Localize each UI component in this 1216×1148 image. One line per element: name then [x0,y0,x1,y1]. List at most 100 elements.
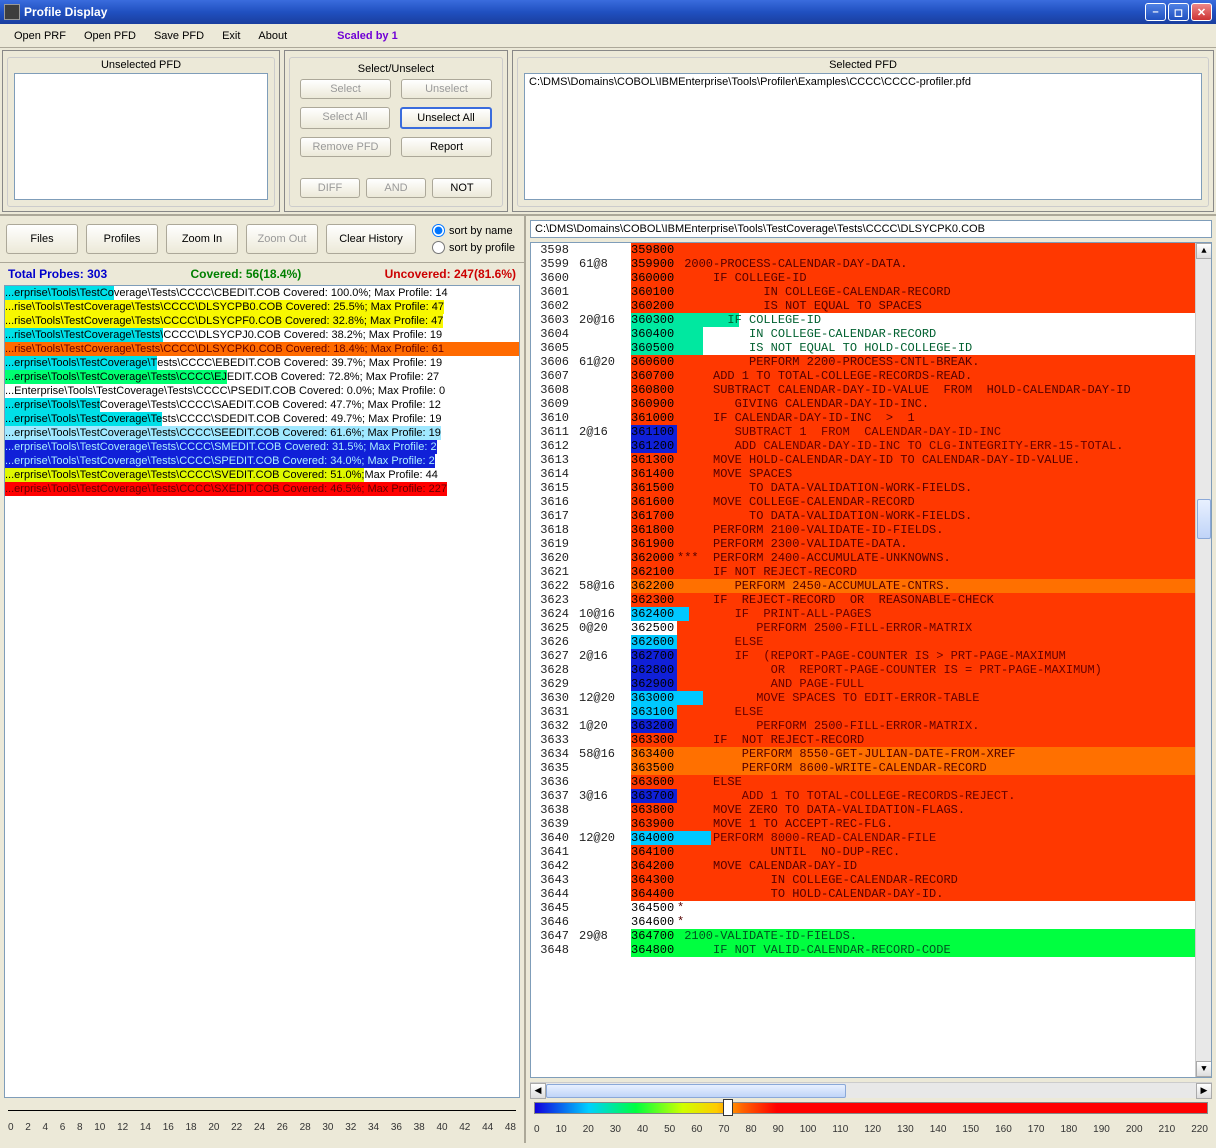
horizontal-scrollbar[interactable]: ◀ ▶ [530,1082,1212,1098]
line-annotation [579,481,631,495]
line-annotation [579,383,631,397]
vertical-scrollbar[interactable]: ▲ ▼ [1195,243,1211,1077]
line-number: 3602 [531,299,569,313]
line-number: 3608 [531,383,569,397]
line-number: 3606 [531,355,569,369]
scroll-up-button[interactable]: ▲ [1196,243,1212,259]
line-number: 3619 [531,537,569,551]
sort-by-profile-radio[interactable]: sort by profile [432,241,515,254]
file-row[interactable]: ...rise\Tools\TestCoverage\Tests\CCCC\DL… [5,314,519,328]
scroll-right-button[interactable]: ▶ [1196,1083,1212,1099]
line-annotation: 29@8 [579,929,631,943]
code-line: 363400 PERFORM 8550-GET-JULIAN-DATE-FROM… [631,747,1211,761]
right-ruler[interactable]: 0102030405060708090100110120130140150160… [526,1098,1216,1143]
unselect-all-button[interactable]: Unselect All [400,107,492,129]
color-spectrum [534,1102,1208,1114]
line-number: 3625 [531,621,569,635]
scroll-left-button[interactable]: ◀ [530,1083,546,1099]
sort-profile-input[interactable] [432,241,445,254]
line-number: 3613 [531,453,569,467]
menu-open-pfd[interactable]: Open PFD [76,28,144,44]
slider-thumb[interactable] [723,1099,733,1116]
code-body[interactable]: 3598359936003601360236033604360536063607… [530,242,1212,1078]
file-row[interactable]: ...erprise\Tools\TestCoverage\Tests\CCCC… [5,356,519,370]
line-number: 3615 [531,481,569,495]
diff-button[interactable]: DIFF [300,178,360,198]
unselect-button[interactable]: Unselect [401,79,492,99]
menu-exit[interactable]: Exit [214,28,248,44]
close-button[interactable]: ✕ [1191,3,1212,21]
unselected-pfd-list[interactable] [14,73,268,200]
file-list[interactable]: ...erprise\Tools\TestCoverage\Tests\CCCC… [4,285,520,1098]
select-button[interactable]: Select [300,79,391,99]
line-number: 3622 [531,579,569,593]
line-number: 3609 [531,397,569,411]
app-icon [4,4,20,20]
line-annotation [579,873,631,887]
line-annotation: 10@16 [579,607,631,621]
menu-save-pfd[interactable]: Save PFD [146,28,212,44]
code-line: 364000 PERFORM 8000-READ-CALENDAR-FILE [631,831,1211,845]
code-line: 364800 IF NOT VALID-CALENDAR-RECORD-CODE [631,943,1211,957]
line-annotation [579,453,631,467]
line-number: 3601 [531,285,569,299]
scroll-thumb-v[interactable] [1197,499,1211,539]
file-row[interactable]: ...erprise\Tools\TestCoverage\Tests\CCCC… [5,370,519,384]
line-annotation [579,565,631,579]
file-row[interactable]: ...rise\Tools\TestCoverage\Tests\CCCC\DL… [5,342,519,356]
file-row[interactable]: ...erprise\Tools\TestCoverage\Tests\CCCC… [5,286,519,300]
file-row[interactable]: ...erprise\Tools\TestCoverage\Tests\CCCC… [5,412,519,426]
file-row[interactable]: ...erprise\Tools\TestCoverage\Tests\CCCC… [5,454,519,468]
file-row[interactable]: ...erprise\Tools\TestCoverage\Tests\CCCC… [5,426,519,440]
minimize-button[interactable]: – [1145,3,1166,21]
line-number: 3599 [531,257,569,271]
file-row[interactable]: ...erprise\Tools\TestCoverage\Tests\CCCC… [5,440,519,454]
scroll-down-button[interactable]: ▼ [1196,1061,1212,1077]
zoom-in-button[interactable]: Zoom In [166,224,238,254]
file-row[interactable]: ...rise\Tools\TestCoverage\Tests\CCCC\DL… [5,328,519,342]
line-annotation [579,915,631,929]
not-button[interactable]: NOT [432,178,492,198]
line-annotation [579,537,631,551]
scroll-thumb-h[interactable] [546,1084,846,1098]
line-number: 3639 [531,817,569,831]
menubar: Open PRF Open PFD Save PFD Exit About Sc… [0,24,1216,48]
files-button[interactable]: Files [6,224,78,254]
line-annotation: 58@16 [579,747,631,761]
menu-open-prf[interactable]: Open PRF [6,28,74,44]
line-number: 3644 [531,887,569,901]
code-line: 363300 IF NOT REJECT-RECORD [631,733,1211,747]
sort-name-input[interactable] [432,224,445,237]
code-line: 360700 ADD 1 TO TOTAL-COLLEGE-RECORDS-RE… [631,369,1211,383]
file-row[interactable]: ...erprise\Tools\TestCoverage\Tests\CCCC… [5,468,519,482]
file-row[interactable]: ...erprise\Tools\TestCoverage\Tests\CCCC… [5,398,519,412]
select-all-button[interactable]: Select All [300,107,390,129]
profiles-button[interactable]: Profiles [86,224,158,254]
zoom-out-button[interactable]: Zoom Out [246,224,318,254]
and-button[interactable]: AND [366,178,426,198]
clear-history-button[interactable]: Clear History [326,224,416,254]
code-line: 362200 PERFORM 2450-ACCUMULATE-CNTRS. [631,579,1211,593]
selected-pfd-list[interactable]: C:\DMS\Domains\COBOL\IBMEnterprise\Tools… [524,73,1202,200]
line-number: 3598 [531,243,569,257]
report-button[interactable]: Report [401,137,492,157]
line-number: 3629 [531,677,569,691]
menu-about[interactable]: About [250,28,295,44]
line-annotation [579,271,631,285]
file-row[interactable]: ...rise\Tools\TestCoverage\Tests\CCCC\DL… [5,300,519,314]
file-row[interactable]: ...Enterprise\Tools\TestCoverage\Tests\C… [5,384,519,398]
line-number: 3636 [531,775,569,789]
line-annotation [579,341,631,355]
line-annotation [579,887,631,901]
window-title: Profile Display [24,5,107,19]
line-number: 3638 [531,803,569,817]
line-annotation: 12@20 [579,691,631,705]
sort-by-name-radio[interactable]: sort by name [432,224,515,237]
remove-pfd-button[interactable]: Remove PFD [300,137,391,157]
line-annotation [579,285,631,299]
maximize-button[interactable]: ◻ [1168,3,1189,21]
code-line: 362600 ELSE [631,635,1211,649]
line-number: 3640 [531,831,569,845]
file-row[interactable]: ...erprise\Tools\TestCoverage\Tests\CCCC… [5,482,519,496]
line-number: 3623 [531,593,569,607]
